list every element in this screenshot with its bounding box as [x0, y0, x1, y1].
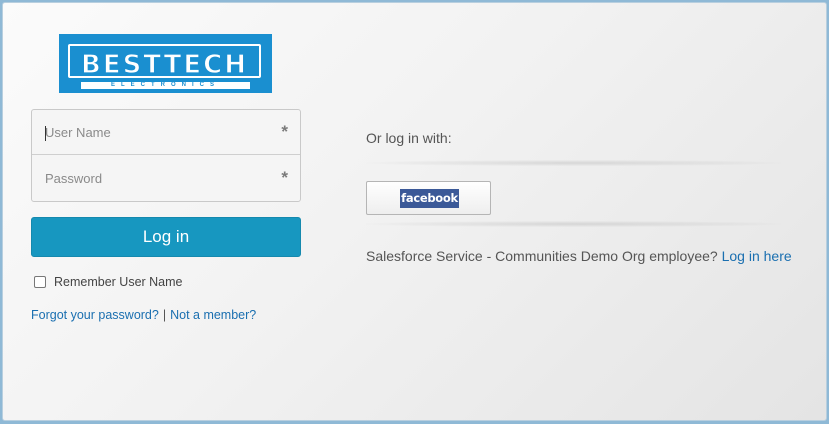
logo-sub-text: ELECTRONICS	[81, 82, 250, 89]
facebook-login-button[interactable]: facebook	[366, 181, 491, 215]
username-input[interactable]	[32, 110, 300, 154]
login-button[interactable]: Log in	[31, 217, 301, 257]
required-asterisk-icon: *	[281, 122, 288, 141]
username-field-row: *	[32, 110, 300, 155]
logo-frame: BESTTECH	[68, 44, 261, 80]
remember-checkbox[interactable]	[34, 276, 46, 288]
remember-user-name[interactable]: Remember User Name	[34, 274, 183, 290]
link-separator: |	[162, 308, 167, 322]
employee-prompt: Salesforce Service - Communities Demo Or…	[366, 248, 718, 264]
employee-login-text: Salesforce Service - Communities Demo Or…	[366, 248, 806, 264]
password-input[interactable]	[32, 156, 300, 201]
password-field-row: *	[32, 156, 300, 201]
logo-brand-text: BESTTECH	[80, 50, 248, 80]
credentials-group: * *	[31, 109, 301, 202]
employee-login-link[interactable]: Log in here	[722, 248, 792, 264]
besttech-logo: BESTTECH ELECTRONICS	[59, 34, 272, 93]
login-panel: BESTTECH ELECTRONICS * * Log in Remember…	[2, 2, 827, 421]
not-a-member-link[interactable]: Not a member?	[170, 308, 256, 322]
required-asterisk-icon: *	[281, 168, 288, 187]
facebook-logo-icon: facebook	[400, 189, 459, 208]
account-links: Forgot your password? | Not a member?	[31, 308, 256, 322]
text-cursor	[45, 126, 46, 141]
divider	[366, 160, 781, 166]
forgot-password-link[interactable]: Forgot your password?	[31, 308, 159, 322]
divider	[366, 221, 781, 227]
remember-label: Remember User Name	[54, 275, 183, 289]
or-log-in-with-label: Or log in with:	[366, 130, 452, 146]
